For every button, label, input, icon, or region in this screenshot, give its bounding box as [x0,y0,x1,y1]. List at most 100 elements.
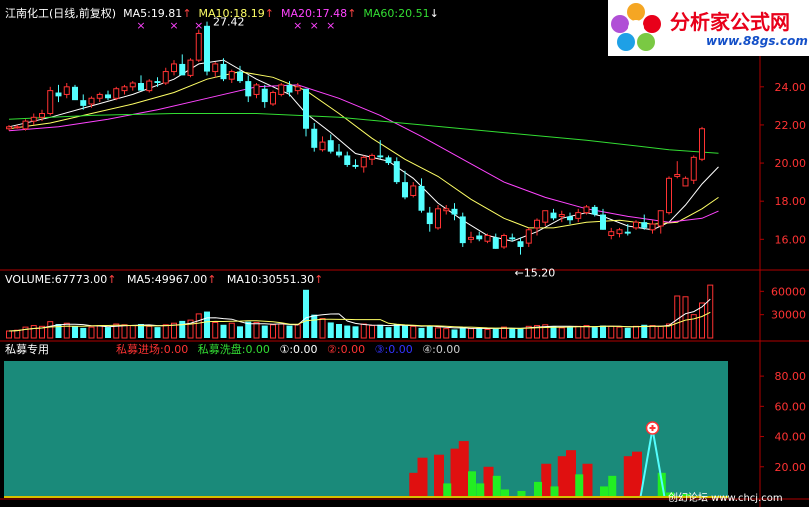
private-wash-bar [443,483,452,497]
legend-entry-name: ④ [422,343,433,356]
candle-body [567,216,573,221]
candle-body [319,141,326,151]
volume-legend: VOLUME:67773.00↑ MA5:49967.00↑ MA10:3055… [5,273,324,286]
volume-bar [583,325,590,339]
candle-body [476,235,483,240]
candle-body [63,86,70,95]
private-entry-bar [458,441,469,497]
signal-mark: × [194,19,203,32]
price-legend: 江南化工(日线,前复权) MA5:19.81↑ MA10:18.19↑ MA20… [5,7,439,20]
legend-entry-name: ② [327,343,337,356]
volume-bar [567,327,573,338]
volume-bar [377,324,384,338]
volume-bar [195,313,202,339]
legend-entry-value: 0.00 [340,343,366,356]
candle-body [286,84,293,93]
stock-chart: 16.0018.0020.0022.0024.0026.0027.42←15.2… [0,0,809,507]
volume-bar [459,327,466,338]
candle-body [154,81,161,83]
candle-body [96,93,103,99]
vol-ma10-value: 30551.30 [261,273,315,286]
chart-canvas: 16.0018.0020.0022.0024.0026.0027.42←15.2… [0,0,809,507]
candle-body [187,59,194,76]
volume-y-tick-label: 30000 [771,309,806,322]
candle-body [501,235,507,248]
candle-body [138,83,144,91]
signal-mark: × [169,19,178,32]
volume-bar [220,324,227,338]
private-wash-bar [534,481,542,497]
candle-body [30,116,37,122]
candle-body [616,229,623,235]
watermark-title: 分析家公式网 [670,10,790,34]
candle-body [492,237,499,249]
private-wash-bar [608,475,617,497]
price-y-tick-label: 24.00 [775,81,807,94]
flower-logo-icon [611,3,661,51]
candle-body [674,174,681,177]
signal-mark: × [293,19,302,32]
volume-bar [410,325,417,339]
candle-body [484,235,491,242]
volume-bar [278,323,285,339]
candle-body [14,126,21,129]
candle-body [294,86,301,92]
volume-bar [212,321,219,339]
indicator-background [4,361,728,497]
candle-body [171,63,177,73]
candle-body [558,214,565,217]
volume-bar [624,327,631,338]
candle-body [517,241,524,247]
private-wash-bar [550,486,559,497]
legend-entry-value: 0.00 [388,343,413,356]
indicator-y-tick-label: 80.00 [775,370,807,383]
volume-bar [418,327,425,338]
candle-body [228,71,235,80]
legend-entry-name: 私募洗盘 [197,343,242,356]
signal-mark: × [136,19,145,32]
volume-bar [484,328,491,339]
candle-body [451,208,458,215]
candle-body [385,157,392,164]
volume-bar [30,325,37,339]
ma-line-ma5 [8,59,719,242]
volume-bar [344,325,351,338]
signal-mark: × [310,19,319,32]
volume-bar [121,324,128,339]
volume-bar [674,295,681,339]
candle-body [633,221,639,229]
volume-bar [682,296,689,339]
volume-bar [443,328,450,339]
candle-body [303,88,309,129]
volume-value: 67773.00 [54,273,108,286]
legend-entry-name: 私募进场 [116,343,160,356]
candle-body [690,156,697,181]
candle-body [278,84,285,95]
volume-bar [14,329,21,339]
candle-body [146,80,153,92]
private-wash-bar [468,471,476,497]
volume-bar [476,327,483,338]
watermark-logo: 分析家公式网 www.88gs.com [608,0,809,56]
volume-bar [72,326,78,338]
candle-body [237,71,243,82]
watermark-url: www.88gs.com [706,34,808,48]
volume-bar [360,323,367,339]
candle-body [435,208,441,229]
volume-bar [633,325,639,339]
volume-bar [261,325,268,338]
volume-bar [80,327,87,338]
volume-bar [591,327,598,338]
private-wash-bar [600,486,608,497]
volume-bar [6,330,12,339]
volume-bar [146,325,153,339]
candle-body [393,161,400,183]
volume-bar [129,325,136,339]
candle-body [270,92,276,105]
volume-bar [228,322,235,339]
volume-bar [237,326,243,338]
volume-bar [179,320,186,338]
private-wash-bar [575,474,584,497]
volume-bar [96,325,103,339]
candle-body [459,216,466,244]
